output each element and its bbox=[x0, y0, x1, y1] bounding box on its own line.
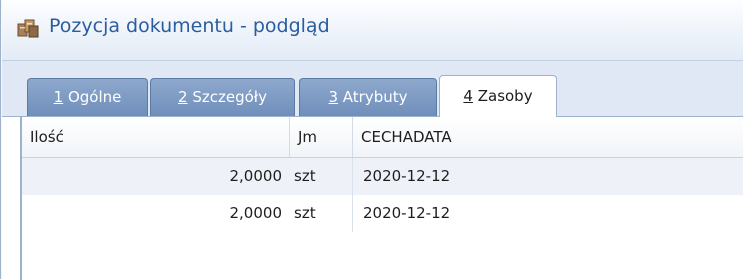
table-row[interactable]: 2,0000 szt 2020-12-12 bbox=[22, 158, 743, 195]
tab-strip: 1 Ogólne 2 Szczegóły 3 Atrybuty 4 Zasoby bbox=[2, 61, 743, 117]
cell-cechadata: 2020-12-12 bbox=[363, 167, 451, 185]
window-frame: Pozycja dokumentu - podgląd 1 Ogólne 2 S… bbox=[0, 0, 743, 280]
table-row[interactable]: 2,0000 szt 2020-12-12 bbox=[22, 195, 743, 232]
column-header-jm[interactable]: Jm bbox=[290, 117, 353, 157]
column-header-ilosc[interactable]: Ilość bbox=[22, 117, 290, 157]
window-title: Pozycja dokumentu - podgląd bbox=[49, 15, 330, 37]
tab-zasoby-label: Zasoby bbox=[472, 87, 533, 105]
column-header-cechadata[interactable]: CECHADATA bbox=[353, 117, 743, 157]
tab-szczegoly-label: Szczegóły bbox=[187, 88, 267, 106]
tab-atrybuty-label: Atrybuty bbox=[338, 88, 408, 106]
tab-szczegoly[interactable]: 2 Szczegóły bbox=[150, 78, 295, 116]
grid-header: Ilość Jm CECHADATA bbox=[22, 117, 743, 158]
tab-zasoby-accel: 4 bbox=[463, 87, 473, 105]
cell-cechadata: 2020-12-12 bbox=[363, 204, 451, 222]
tab-ogolne-accel: 1 bbox=[53, 88, 64, 106]
tab-zasoby[interactable]: 4 Zasoby bbox=[439, 75, 557, 117]
tab-ogolne[interactable]: 1 Ogólne bbox=[27, 78, 148, 116]
cell-ilosc: 2,0000 bbox=[229, 167, 283, 185]
document-items-icon bbox=[17, 19, 39, 38]
cell-jm: szt bbox=[290, 195, 353, 232]
cell-ilosc: 2,0000 bbox=[229, 204, 283, 222]
title-bar: Pozycja dokumentu - podgląd bbox=[2, 0, 743, 61]
tab-ogolne-label: Ogólne bbox=[63, 88, 122, 106]
tab-szczegoly-accel: 2 bbox=[178, 88, 188, 106]
tab-panel-zasoby: Ilość Jm CECHADATA 2,0000 szt 2020-12-12… bbox=[2, 116, 743, 280]
tab-atrybuty[interactable]: 3 Atrybuty bbox=[299, 78, 437, 116]
tab-atrybuty-accel: 3 bbox=[328, 88, 339, 106]
cell-jm: szt bbox=[290, 158, 353, 195]
